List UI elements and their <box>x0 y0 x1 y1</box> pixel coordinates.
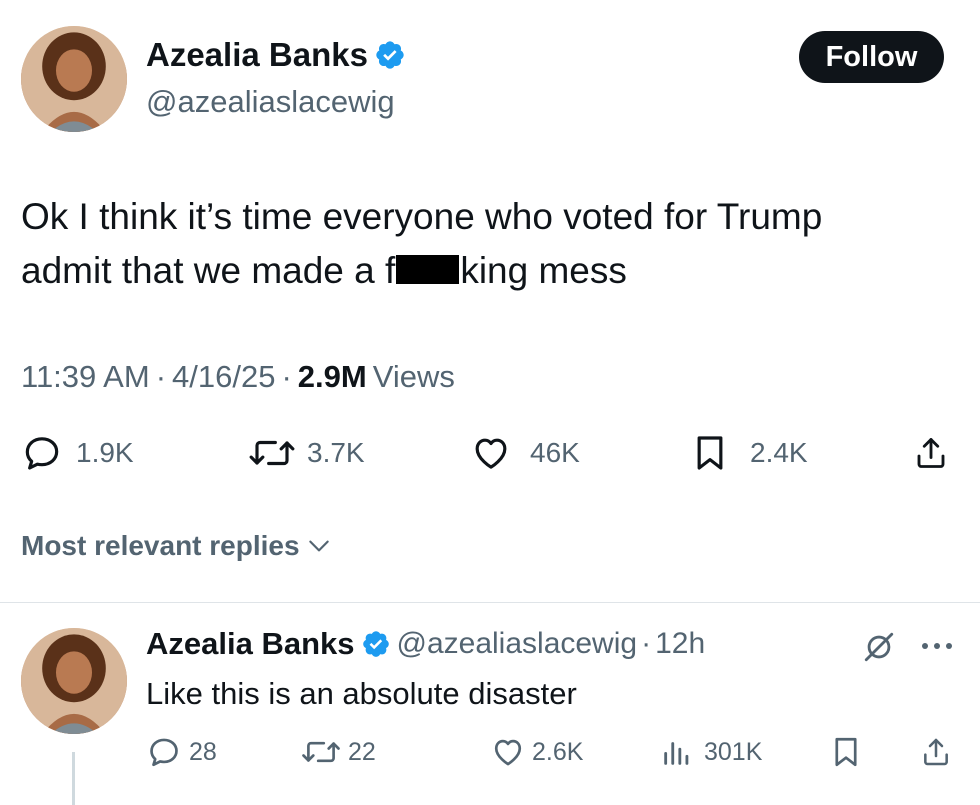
replies-sort-dropdown[interactable]: Most relevant replies <box>21 530 332 562</box>
bookmark-icon <box>697 436 723 470</box>
views-label: Views <box>372 359 455 394</box>
reply-age[interactable]: 12h <box>655 627 705 661</box>
reply-like-action[interactable]: 2.6K <box>490 735 583 769</box>
views-icon <box>664 742 689 765</box>
reply-bookmark-action[interactable] <box>831 735 861 769</box>
author-name[interactable]: Azealia Banks <box>146 36 368 74</box>
reply-text: Like this is an absolute disaster <box>146 676 577 711</box>
reply-reply-count: 28 <box>189 737 217 766</box>
meta-separator: · <box>281 359 292 394</box>
replies-sort-label: Most relevant replies <box>21 530 300 561</box>
reply-author-avatar[interactable] <box>21 628 127 734</box>
reply-reply-action[interactable]: 28 <box>147 735 217 769</box>
bookmark-action[interactable]: 2.4K <box>692 433 808 473</box>
avatar-image <box>21 628 127 734</box>
meta-separator: · <box>155 359 167 394</box>
reply-more-button[interactable] <box>917 638 957 659</box>
reply-icon <box>150 738 178 767</box>
repost-action[interactable]: 3.7K <box>247 433 365 473</box>
thread-line <box>72 752 75 805</box>
like-icon <box>494 739 522 766</box>
verified-icon <box>362 631 389 657</box>
bookmark-icon <box>835 737 857 767</box>
tweet-time[interactable]: 11:39 AM <box>21 359 150 395</box>
reply-author-handle[interactable]: @azealiaslacewig <box>397 627 638 661</box>
follow-button[interactable]: Follow <box>799 31 944 83</box>
chevron-down-icon <box>308 540 329 552</box>
views-count: 2.9M <box>297 359 367 394</box>
like-count: 46K <box>530 437 580 468</box>
tweet-text-part-b: king mess <box>460 250 627 291</box>
tweet-text-part-a: admit that we made a f <box>21 250 396 291</box>
repost-count: 3.7K <box>307 437 365 468</box>
share-icon <box>917 438 945 468</box>
reply-action[interactable]: 1.9K <box>22 433 134 473</box>
tweet-text-line-1: Ok I think it’s time everyone who voted … <box>21 196 823 237</box>
repost-icon <box>249 440 295 466</box>
grok-button[interactable] <box>862 630 896 669</box>
author-avatar[interactable] <box>21 26 127 132</box>
reply-share-action[interactable] <box>920 735 952 769</box>
reply-repost-count: 22 <box>348 737 376 766</box>
verified-icon <box>376 41 404 69</box>
like-icon <box>475 438 507 469</box>
repost-icon <box>302 741 340 763</box>
share-icon <box>924 738 948 766</box>
author-handle[interactable]: @azealiaslacewig <box>146 84 395 120</box>
reply-views-count: 301K <box>704 737 763 766</box>
reply-meta-separator: · <box>641 627 652 660</box>
share-action[interactable] <box>913 433 949 473</box>
more-icon <box>922 643 952 649</box>
reply-repost-action[interactable]: 22 <box>300 735 376 769</box>
like-action[interactable]: 46K <box>470 433 580 473</box>
redaction-bar <box>396 255 460 284</box>
reply-count: 1.9K <box>76 437 134 468</box>
tweet-meta: 11:39 AM · 4/16/25 · 2.9M Views <box>21 359 455 395</box>
tweet-text-line-2: admit that we made a f king mess <box>21 244 951 298</box>
reply-like-count: 2.6K <box>532 737 584 766</box>
avatar-image <box>21 26 127 132</box>
reply-author-name[interactable]: Azealia Banks <box>146 626 355 662</box>
bookmark-count: 2.4K <box>750 437 808 468</box>
reply-views-action[interactable]: 301K <box>660 735 762 769</box>
grok-icon <box>864 632 894 662</box>
tweet-date[interactable]: 4/16/25 <box>172 359 275 395</box>
section-divider <box>0 602 980 603</box>
reply-icon <box>25 437 59 470</box>
tweet-text: Ok I think it’s time everyone who voted … <box>21 190 951 298</box>
